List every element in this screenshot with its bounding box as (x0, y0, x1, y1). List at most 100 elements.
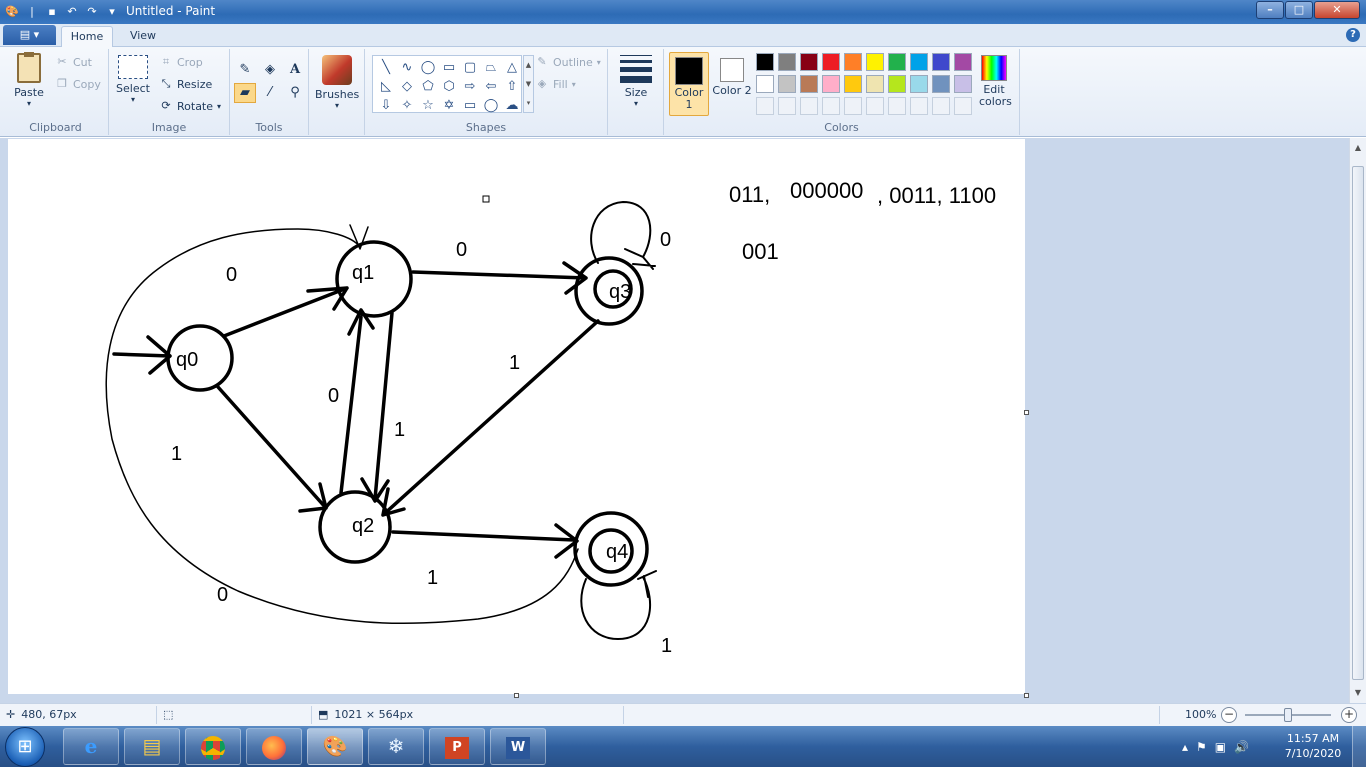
rotate-button[interactable]: ⟳ Rotate ▾ (159, 99, 221, 113)
rectangle-shape-icon[interactable]: ▭ (439, 58, 459, 77)
palette-custom-swatch[interactable] (888, 97, 906, 115)
palette-swatch-row1-7[interactable] (910, 53, 928, 71)
canvas-resize-handle-right[interactable] (1024, 410, 1029, 415)
paste-dropdown-icon[interactable]: ▾ (9, 99, 49, 108)
zoom-slider[interactable] (1245, 708, 1331, 722)
crop-button[interactable]: ⌗ Crop (159, 55, 203, 69)
explorer-taskbar-button[interactable]: ▤ (124, 728, 180, 765)
volume-icon[interactable]: 🔊 (1234, 740, 1249, 754)
rect-callout-shape-icon[interactable]: ▭ (460, 96, 480, 115)
magnifier-icon[interactable]: ⚲ (284, 83, 306, 103)
canvas-resize-handle-bottom[interactable] (514, 693, 519, 698)
color2-button[interactable]: Color 2 (712, 52, 752, 116)
redo-icon[interactable]: ↷ (84, 4, 100, 20)
left-arrow-shape-icon[interactable]: ⇦ (481, 77, 501, 96)
palette-custom-swatch[interactable] (800, 97, 818, 115)
zoom-slider-thumb[interactable] (1284, 708, 1292, 722)
show-hidden-icons-icon[interactable]: ▴ (1182, 740, 1188, 754)
four-point-star-shape-icon[interactable]: ✧ (397, 96, 417, 115)
tab-home[interactable]: Home (61, 26, 113, 48)
brushes-button[interactable]: Brushes ▾ (315, 55, 359, 110)
palette-swatch-row2-8[interactable] (932, 75, 950, 93)
palette-swatch-row1-6[interactable] (888, 53, 906, 71)
palette-swatch-row1-8[interactable] (932, 53, 950, 71)
paste-button[interactable]: Paste ▾ (9, 52, 49, 108)
word-taskbar-button[interactable]: W (490, 728, 546, 765)
scroll-up-icon[interactable]: ▲ (1350, 140, 1366, 156)
resize-button[interactable]: ⤡ Resize (159, 77, 213, 91)
palette-swatch-row1-2[interactable] (800, 53, 818, 71)
pencil-icon[interactable]: ✎ (234, 60, 256, 80)
maximize-button[interactable]: □ (1285, 1, 1313, 19)
outline-button[interactable]: ✎ Outline ▾ (535, 55, 600, 69)
curve-shape-icon[interactable]: ∿ (397, 58, 417, 77)
canvas-resize-handle-corner[interactable] (1024, 693, 1029, 698)
palette-custom-swatch[interactable] (756, 97, 774, 115)
vertical-scrollbar[interactable]: ▲ ▼ (1349, 138, 1366, 703)
six-point-star-shape-icon[interactable]: ✡ (439, 96, 459, 115)
oval-shape-icon[interactable]: ◯ (418, 58, 438, 77)
start-button[interactable]: ⊞ (5, 727, 45, 767)
text-icon[interactable]: A (284, 60, 306, 80)
palette-swatch-row2-2[interactable] (800, 75, 818, 93)
palette-swatch-row1-1[interactable] (778, 53, 796, 71)
color-picker-icon[interactable]: ⁄ (259, 83, 281, 103)
paint-app-icon[interactable]: 🎨 (4, 4, 20, 20)
clock[interactable]: 11:57 AM 7/10/2020 (1282, 731, 1344, 761)
palette-custom-swatch[interactable] (822, 97, 840, 115)
rounded-rect-shape-icon[interactable]: ▢ (460, 58, 480, 77)
drawing-canvas[interactable]: q0 q1 q2 q3 q4 0 0 0 1 0 1 1 1 0 1 011, … (8, 139, 1025, 694)
action-center-flag-icon[interactable]: ⚑ (1196, 740, 1207, 754)
minimize-button[interactable]: – (1256, 1, 1284, 19)
palette-swatch-row2-0[interactable] (756, 75, 774, 93)
line-shape-icon[interactable]: ╲ (376, 58, 396, 77)
palette-custom-swatch[interactable] (910, 97, 928, 115)
five-point-star-shape-icon[interactable]: ☆ (418, 96, 438, 115)
right-triangle-shape-icon[interactable]: ◺ (376, 77, 396, 96)
firefox-taskbar-button[interactable] (246, 728, 302, 765)
paint-taskbar-button[interactable]: 🎨 (307, 728, 363, 765)
select-dropdown-icon[interactable]: ▾ (115, 95, 151, 104)
fill-bucket-icon[interactable]: ◈ (259, 60, 281, 80)
undo-icon[interactable]: ↶ (64, 4, 80, 20)
oval-callout-shape-icon[interactable]: ◯ (481, 96, 501, 115)
palette-swatch-row1-0[interactable] (756, 53, 774, 71)
up-arrow-shape-icon[interactable]: ⇧ (502, 77, 522, 96)
palette-swatch-row2-6[interactable] (888, 75, 906, 93)
palette-swatch-row1-5[interactable] (866, 53, 884, 71)
select-button[interactable]: Select ▾ (115, 55, 151, 104)
hexagon-shape-icon[interactable]: ⬡ (439, 77, 459, 96)
copy-button[interactable]: ❐ Copy (55, 77, 101, 91)
help-icon[interactable]: ? (1346, 28, 1360, 42)
pentagon-shape-icon[interactable]: ⬠ (418, 77, 438, 96)
palette-swatch-row1-9[interactable] (954, 53, 972, 71)
palette-swatch-row2-9[interactable] (954, 75, 972, 93)
save-icon[interactable]: ▪ (44, 4, 60, 20)
chrome-taskbar-button[interactable] (185, 728, 241, 765)
palette-custom-swatch[interactable] (866, 97, 884, 115)
palette-swatch-row1-4[interactable] (844, 53, 862, 71)
show-desktop-button[interactable] (1352, 726, 1366, 767)
ie-taskbar-button[interactable]: e (63, 728, 119, 765)
palette-custom-swatch[interactable] (932, 97, 950, 115)
triangle-shape-icon[interactable]: △ (502, 58, 522, 77)
size-button[interactable]: Size ▾ (618, 55, 654, 108)
palette-swatch-row2-3[interactable] (822, 75, 840, 93)
zoom-out-button[interactable]: − (1221, 707, 1237, 723)
zoom-in-button[interactable]: + (1341, 707, 1357, 723)
fill-button[interactable]: ◈ Fill ▾ (535, 77, 576, 91)
scroll-thumb[interactable] (1352, 166, 1364, 680)
polygon-shape-icon[interactable]: ⏢ (481, 58, 501, 77)
network-icon[interactable]: ▣ (1215, 740, 1226, 754)
shapes-scrollbar[interactable]: ▲ ▼ ▾ (523, 55, 534, 113)
powerpoint-taskbar-button[interactable]: P (429, 728, 485, 765)
palette-swatch-row2-1[interactable] (778, 75, 796, 93)
canvas-workspace[interactable]: q0 q1 q2 q3 q4 0 0 0 1 0 1 1 1 0 1 011, … (0, 138, 1349, 703)
customize-qat-icon[interactable]: ▾ (104, 4, 120, 20)
close-button[interactable]: ✕ (1314, 1, 1360, 19)
right-arrow-shape-icon[interactable]: ⇨ (460, 77, 480, 96)
palette-swatch-row2-4[interactable] (844, 75, 862, 93)
cut-button[interactable]: ✂ Cut (55, 55, 92, 69)
eraser-icon[interactable]: ▰ (234, 83, 256, 103)
down-arrow-shape-icon[interactable]: ⇩ (376, 96, 396, 115)
